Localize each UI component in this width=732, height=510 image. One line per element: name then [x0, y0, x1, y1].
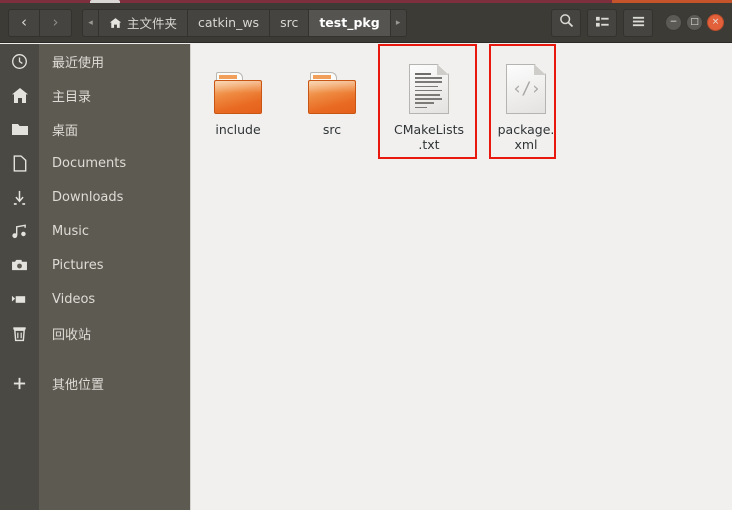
- window-controls: − □ ×: [665, 14, 724, 31]
- file-item-src[interactable]: src: [285, 44, 379, 137]
- download-arrow-icon: [0, 180, 39, 214]
- breadcrumb-item-home[interactable]: 主文件夹: [98, 8, 189, 37]
- breadcrumb-item-catkin-ws[interactable]: catkin_ws: [188, 8, 271, 37]
- breadcrumb-item-src[interactable]: src: [270, 8, 310, 37]
- file-manager-window: ‹ › ◂ 主文件夹 catkin_ws src test_pkg ▸ − □ …: [0, 0, 732, 510]
- file-item-package-xml[interactable]: ‹/› package. xml: [479, 44, 573, 152]
- back-button[interactable]: ‹: [8, 8, 40, 37]
- hamburger-menu-icon: [631, 13, 646, 32]
- file-name-label: package. xml: [481, 122, 571, 152]
- file-item-cmakelists[interactable]: CMakeLists .txt: [379, 44, 479, 152]
- forward-button[interactable]: ›: [40, 8, 72, 37]
- file-name-line2: .txt: [418, 137, 440, 152]
- icon-slot: [214, 58, 262, 114]
- trash-icon: [0, 316, 39, 350]
- breadcrumb-item-label: src: [280, 15, 299, 30]
- minimize-button[interactable]: −: [665, 14, 682, 31]
- sidebar-item-label: 最近使用: [52, 55, 105, 71]
- file-grid: include src CMakeLists .txt ‹/› package.…: [191, 44, 573, 152]
- chevron-right-icon: ›: [52, 13, 59, 31]
- sidebar-item-label: Videos: [52, 291, 96, 307]
- plus-icon: [0, 366, 39, 400]
- navigation-buttons: ‹ ›: [8, 8, 72, 37]
- file-item-include[interactable]: include: [191, 44, 285, 137]
- icon-slot: [409, 58, 449, 114]
- sidebar-item-music[interactable]: Music: [0, 214, 190, 248]
- code-brackets-glyph: ‹/›: [512, 79, 541, 99]
- home-icon: [109, 17, 122, 29]
- sidebar-item-home[interactable]: 主目录: [0, 78, 190, 112]
- sidebar-item-recent[interactable]: 最近使用: [0, 44, 190, 78]
- clock-icon: [0, 44, 39, 78]
- file-name-line1: CMakeLists: [393, 122, 465, 137]
- maximize-button[interactable]: □: [686, 14, 703, 31]
- breadcrumb-item-label: 主文件夹: [127, 16, 178, 31]
- minimize-icon: −: [669, 17, 678, 27]
- sidebar-separator: [0, 350, 190, 366]
- sidebar-item-desktop[interactable]: 桌面: [0, 112, 190, 146]
- close-button[interactable]: ×: [707, 14, 724, 31]
- music-note-icon: [0, 214, 39, 248]
- camera-icon: [0, 248, 39, 282]
- sidebar-item-label: Downloads: [52, 189, 124, 205]
- file-name-label: src: [322, 122, 342, 137]
- sidebar-item-trash[interactable]: 回收站: [0, 316, 190, 350]
- file-name-label: CMakeLists .txt: [384, 122, 474, 152]
- sidebar-item-label: Documents: [52, 155, 127, 171]
- sidebar-item-label: Pictures: [52, 257, 104, 273]
- sidebar-item-pictures[interactable]: Pictures: [0, 248, 190, 282]
- sidebar-item-label: Music: [52, 223, 89, 239]
- text-document-icon: [409, 64, 449, 114]
- menu-button[interactable]: [623, 8, 653, 37]
- file-name-line1: package.: [497, 122, 555, 137]
- search-button[interactable]: [551, 8, 581, 37]
- sidebar-item-label: 其他位置: [52, 377, 105, 393]
- icon-slot: [308, 58, 356, 114]
- breadcrumb-scroll-right[interactable]: ▸: [390, 8, 407, 37]
- sidebar-item-label: 回收站: [52, 327, 92, 343]
- home-icon: [0, 78, 39, 112]
- sidebar-item-documents[interactable]: Documents: [0, 146, 190, 180]
- triangle-right-icon: ▸: [395, 17, 401, 28]
- breadcrumb: ◂ 主文件夹 catkin_ws src test_pkg ▸: [82, 8, 407, 37]
- sidebar-item-label: 主目录: [52, 89, 92, 105]
- search-icon: [559, 13, 574, 32]
- breadcrumb-item-label: test_pkg: [319, 15, 380, 30]
- video-camera-icon: [0, 282, 39, 316]
- document-icon: [0, 146, 39, 180]
- breadcrumb-scroll-left[interactable]: ◂: [82, 8, 98, 37]
- view-toggle-button[interactable]: [587, 8, 617, 37]
- folder-icon: [214, 72, 262, 114]
- sidebar-item-videos[interactable]: Videos: [0, 282, 190, 316]
- file-name-label: include: [215, 122, 261, 137]
- file-name-line2: xml: [514, 137, 538, 152]
- toolbar: ‹ › ◂ 主文件夹 catkin_ws src test_pkg ▸ − □ …: [0, 3, 732, 43]
- folder-icon: [308, 72, 356, 114]
- close-icon: ×: [711, 17, 720, 27]
- chevron-left-icon: ‹: [21, 13, 27, 31]
- sidebar-list: 最近使用 主目录 桌面 Documents Downloads Music Pi…: [0, 44, 190, 400]
- breadcrumb-item-test-pkg[interactable]: test_pkg: [309, 8, 391, 37]
- icon-slot: ‹/›: [506, 58, 546, 114]
- sidebar-item-other-locations[interactable]: 其他位置: [0, 366, 190, 400]
- xml-document-icon: ‹/›: [506, 64, 546, 114]
- file-list-view[interactable]: include src CMakeLists .txt ‹/› package.…: [190, 44, 732, 510]
- sidebar-item-downloads[interactable]: Downloads: [0, 180, 190, 214]
- triangle-left-icon: ◂: [88, 17, 93, 28]
- breadcrumb-item-label: catkin_ws: [198, 15, 260, 30]
- sidebar: 最近使用 主目录 桌面 Documents Downloads Music Pi…: [0, 44, 190, 510]
- toolbar-actions: − □ ×: [551, 8, 724, 37]
- folder-icon: [0, 112, 39, 146]
- list-view-icon: [595, 13, 610, 32]
- maximize-icon: □: [690, 17, 699, 27]
- sidebar-item-label: 桌面: [52, 123, 79, 139]
